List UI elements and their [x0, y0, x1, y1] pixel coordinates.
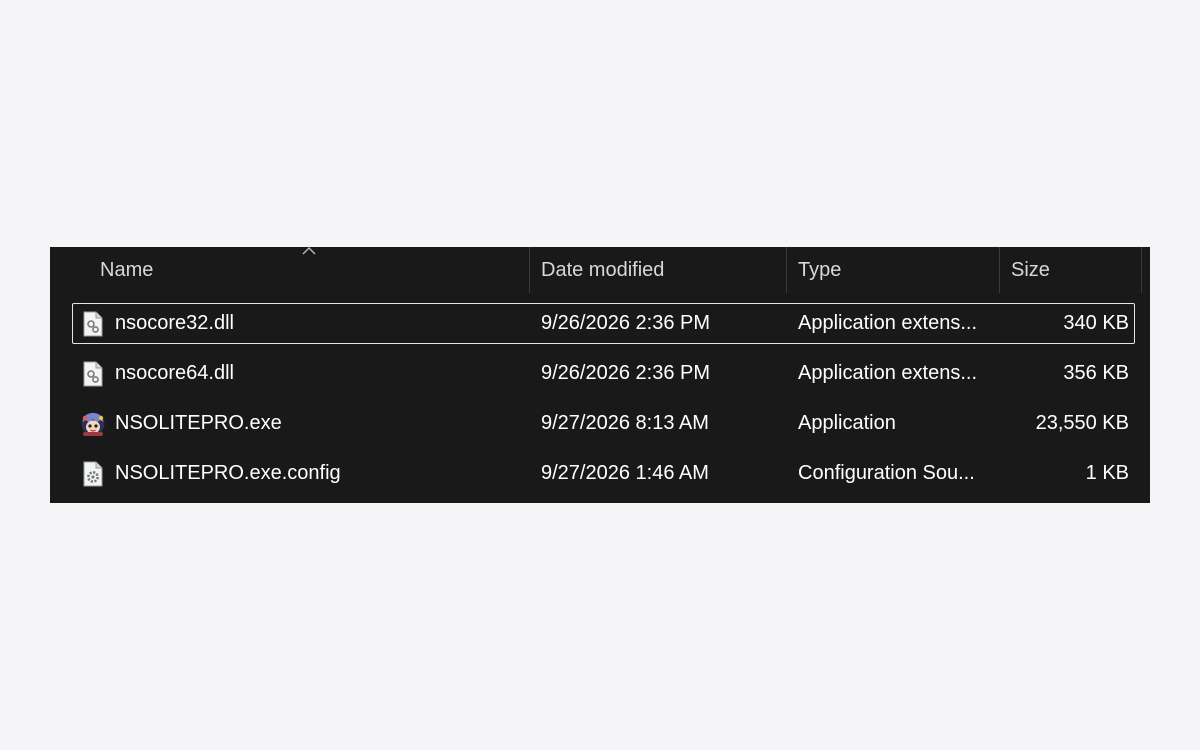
app-exe-icon — [81, 412, 105, 436]
file-date-modified: 9/27/2026 8:13 AM — [541, 412, 709, 434]
config-file-icon — [83, 461, 103, 487]
file-name: NSOLITEPRO.exe.config — [115, 462, 341, 484]
file-type: Application extens... — [798, 362, 977, 384]
column-divider[interactable] — [999, 247, 1000, 293]
column-header-size[interactable]: Size — [1011, 247, 1141, 293]
dll-file-icon — [83, 311, 103, 337]
file-date-modified: 9/26/2026 2:36 PM — [541, 312, 711, 334]
file-date-modified: 9/26/2026 2:36 PM — [541, 362, 711, 384]
file-row[interactable]: nsocore32.dll 9/26/2026 2:36 PM Applicat… — [72, 303, 1135, 344]
dll-file-icon — [83, 361, 103, 387]
column-header-name[interactable]: Name — [100, 247, 520, 293]
file-name: nsocore32.dll — [115, 312, 234, 334]
file-type: Configuration Sou... — [798, 462, 975, 484]
file-row[interactable]: NSOLITEPRO.exe 9/27/2026 8:13 AM Applica… — [72, 403, 1135, 444]
file-size: 23,550 KB — [1035, 412, 1129, 434]
file-row[interactable]: NSOLITEPRO.exe.config 9/27/2026 1:46 AM … — [72, 453, 1135, 494]
file-date-modified: 9/27/2026 1:46 AM — [541, 462, 709, 484]
column-divider[interactable] — [1141, 247, 1142, 293]
file-size: 340 KB — [1063, 312, 1129, 334]
column-header-type[interactable]: Type — [798, 247, 998, 293]
file-size: 1 KB — [1085, 462, 1129, 484]
file-list-view: Name Date modified Type Size nsocore32.d… — [50, 247, 1150, 503]
file-type: Application extens... — [798, 312, 977, 334]
column-divider[interactable] — [529, 247, 530, 293]
file-size: 356 KB — [1063, 362, 1129, 384]
file-type: Application — [798, 412, 896, 434]
file-name: NSOLITEPRO.exe — [115, 412, 282, 434]
file-row[interactable]: nsocore64.dll 9/26/2026 2:36 PM Applicat… — [72, 353, 1135, 394]
file-name: nsocore64.dll — [115, 362, 234, 384]
column-divider[interactable] — [786, 247, 787, 293]
column-header-date-modified[interactable]: Date modified — [541, 247, 781, 293]
column-header-bar: Name Date modified Type Size — [50, 247, 1150, 293]
